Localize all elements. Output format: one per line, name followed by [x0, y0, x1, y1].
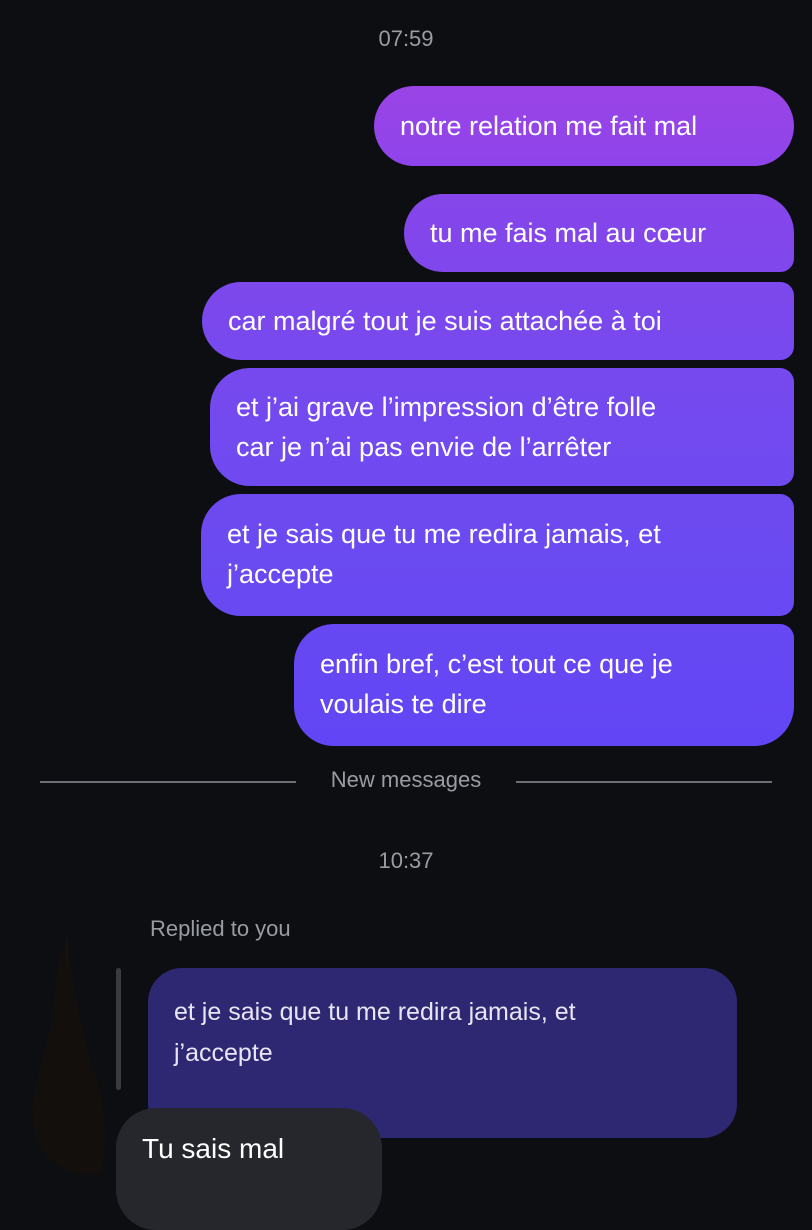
received-message[interactable]: Tu sais mal — [116, 1108, 382, 1230]
sent-message[interactable]: notre relation me fait mal — [374, 86, 794, 166]
divider-line-right — [516, 781, 772, 783]
sent-message[interactable]: tu me fais mal au cœur — [404, 194, 794, 272]
reply-indicator-bar — [116, 968, 121, 1090]
replied-to-you-label: Replied to you — [150, 916, 291, 941]
sent-message[interactable]: et je sais que tu me redira jamais, et j… — [201, 494, 794, 616]
sent-message[interactable]: car malgré tout je suis attachée à toi — [202, 282, 794, 360]
divider-line-left — [40, 781, 296, 783]
new-messages-divider-label: New messages — [330, 767, 482, 792]
sent-message[interactable]: enfin bref, c’est tout ce que je voulais… — [294, 624, 794, 746]
timestamp-1037: 10:37 — [378, 848, 434, 873]
sent-message[interactable]: et j’ai grave l’impression d’être folle … — [210, 368, 794, 486]
timestamp-0759: 07:59 — [378, 26, 434, 51]
avatar[interactable] — [10, 930, 114, 1192]
